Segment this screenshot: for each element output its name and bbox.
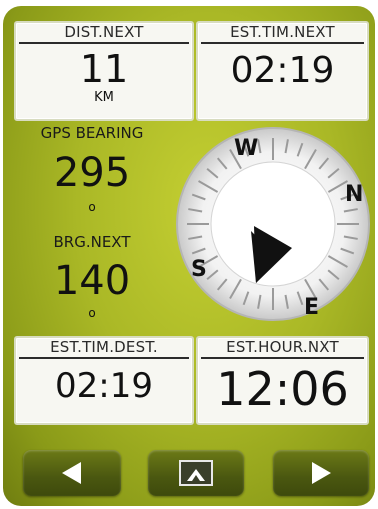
est-hour-nxt-value: 12:06 xyxy=(216,362,349,416)
compass-letter-e: E xyxy=(304,295,319,320)
dist-next-unit: KM xyxy=(94,90,114,105)
dist-next-value: 11 xyxy=(79,47,129,91)
compass-letter-w: W xyxy=(234,136,258,161)
gps-bearing-unit: o xyxy=(88,200,96,214)
brg-next-value: 140 xyxy=(53,258,131,304)
est-tim-dest-value: 02:19 xyxy=(55,366,153,406)
navigation-screen: DIST.NEXT 11 KM EST.TIM.NEXT 02:19 GPS B… xyxy=(3,6,375,506)
dist-next-box[interactable]: DIST.NEXT 11 KM xyxy=(14,21,194,121)
est-hour-nxt-box[interactable]: EST.HOUR.NXT 12:06 xyxy=(196,336,369,425)
gps-bearing-label: GPS BEARING xyxy=(40,124,144,142)
compass-dial: W N S E xyxy=(176,127,370,321)
map-view-button[interactable] xyxy=(148,450,244,496)
est-tim-next-box[interactable]: EST.TIM.NEXT 02:19 xyxy=(196,21,369,121)
gps-bearing-value: 295 xyxy=(53,150,131,196)
est-tim-next-value: 02:19 xyxy=(230,50,335,91)
next-button[interactable] xyxy=(273,450,369,496)
brg-next-unit: o xyxy=(88,306,96,320)
map-view-icon xyxy=(179,460,213,486)
est-hour-nxt-header: EST.HOUR.NXT xyxy=(201,338,364,359)
est-tim-dest-box[interactable]: EST.TIM.DEST. 02:19 xyxy=(14,336,194,425)
previous-button[interactable] xyxy=(23,450,121,496)
est-tim-next-header: EST.TIM.NEXT xyxy=(201,23,364,44)
brg-next-label: BRG.NEXT xyxy=(53,233,131,251)
compass-letter-s: S xyxy=(191,257,207,282)
triangle-right-icon xyxy=(312,462,331,484)
triangle-left-icon xyxy=(62,462,81,484)
est-tim-dest-header: EST.TIM.DEST. xyxy=(19,338,189,359)
dist-next-header: DIST.NEXT xyxy=(19,23,189,44)
compass-letter-n: N xyxy=(345,182,363,207)
